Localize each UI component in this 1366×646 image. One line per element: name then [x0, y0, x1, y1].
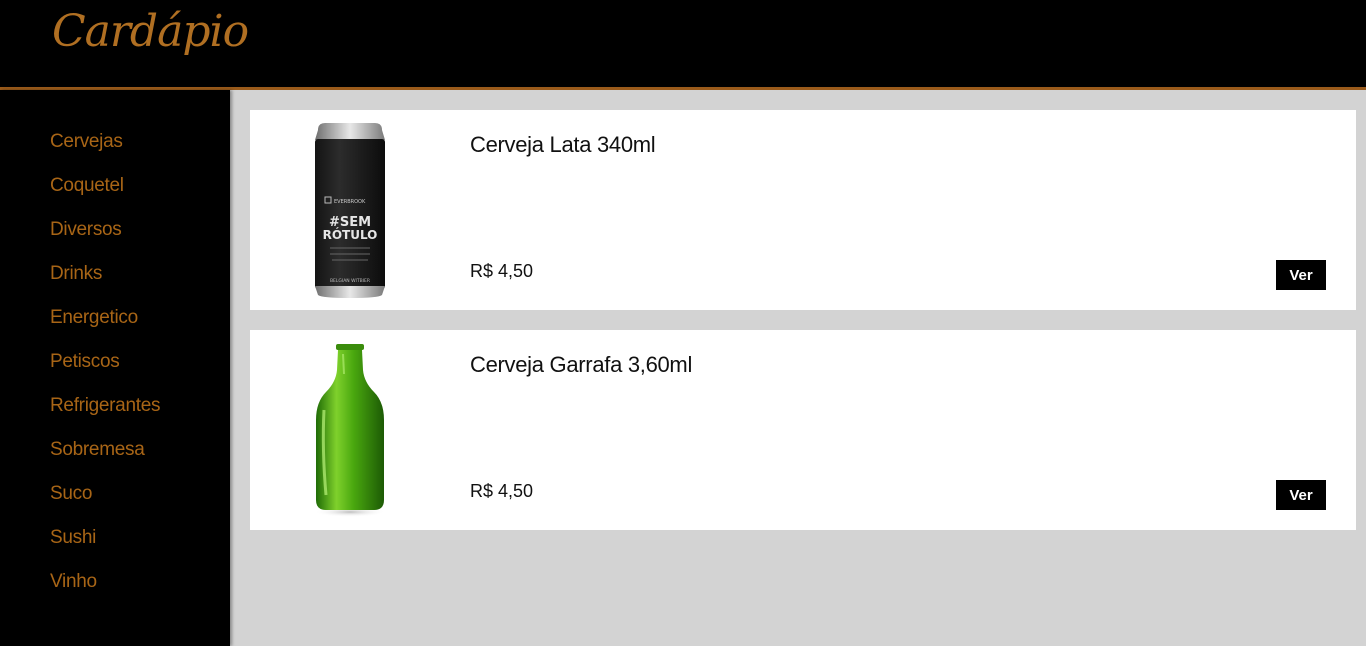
can-style-text: BELGIAN WITBIER	[330, 278, 370, 284]
green-beer-bottle-image	[314, 344, 386, 517]
can-label-line2: RÓTULO	[323, 227, 378, 242]
sidebar-item-refrigerantes[interactable]: Refrigerantes	[50, 395, 160, 417]
header: Cardápio	[0, 0, 1366, 87]
sidebar-item-coquetel[interactable]: Coquetel	[50, 175, 124, 197]
beer-can-image: EVERBROOK #SEM RÓTULO BELGIAN WITBIER	[315, 123, 385, 298]
sidebar-item-drinks[interactable]: Drinks	[50, 263, 102, 285]
product-price: R$ 4,50	[470, 261, 534, 281]
sidebar-item-petiscos[interactable]: Petiscos	[50, 351, 120, 373]
product-card: Cerveja Garrafa 3,60ml R$ 4,50 Ver	[250, 330, 1356, 530]
sidebar-item-sobremesa[interactable]: Sobremesa	[50, 439, 145, 461]
sidebar-item-cervejas[interactable]: Cervejas	[50, 131, 123, 153]
sidebar-item-diversos[interactable]: Diversos	[50, 219, 122, 241]
product-name: Cerveja Lata 340ml	[470, 132, 656, 157]
sidebar-item-sushi[interactable]: Sushi	[50, 527, 96, 549]
view-product-button[interactable]: Ver	[1276, 260, 1326, 290]
sidebar-item-vinho[interactable]: Vinho	[50, 571, 97, 593]
product-card: EVERBROOK #SEM RÓTULO BELGIAN WITBIER Ce…	[250, 110, 1356, 310]
product-name: Cerveja Garrafa 3,60ml	[470, 352, 693, 377]
sidebar: Cervejas Coquetel Diversos Drinks Energe…	[0, 90, 230, 646]
sidebar-item-suco[interactable]: Suco	[50, 483, 92, 505]
brand-logo[interactable]: Cardápio	[52, 6, 249, 57]
product-price: R$ 4,50	[470, 481, 534, 501]
sidebar-item-energetico[interactable]: Energetico	[50, 307, 138, 329]
can-brand-text: EVERBROOK	[334, 199, 366, 205]
view-product-button[interactable]: Ver	[1276, 480, 1326, 510]
